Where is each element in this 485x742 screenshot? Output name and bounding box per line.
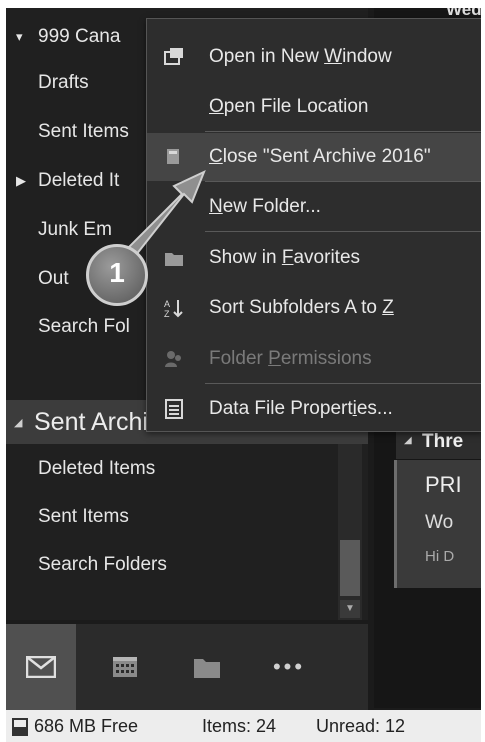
outlook-window: ▾ 999 Cana Drafts Sent Items ▶ Deleted I… <box>6 8 481 742</box>
step-callout: 1 <box>86 244 148 306</box>
annotation-arrow <box>122 170 206 262</box>
